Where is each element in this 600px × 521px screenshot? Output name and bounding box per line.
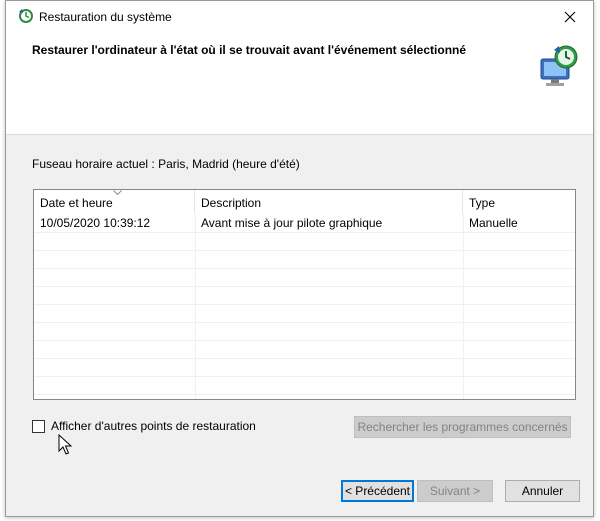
back-button[interactable]: < Précédent xyxy=(341,480,414,502)
page-title: Restaurer l'ordinateur à l'état où il se… xyxy=(32,43,467,57)
close-button[interactable] xyxy=(547,1,593,33)
table-row-empty xyxy=(34,358,575,377)
mouse-pointer-icon xyxy=(58,434,72,455)
window-title: Restauration du système xyxy=(39,10,172,24)
title-bar[interactable]: Restauration du système xyxy=(6,1,593,33)
cell-type: Manuelle xyxy=(469,216,518,230)
table-row-empty xyxy=(34,322,575,341)
system-restore-icon xyxy=(540,45,578,86)
sort-descending-icon xyxy=(113,190,122,195)
system-restore-icon xyxy=(19,9,33,23)
restore-points-table[interactable]: Date et heure Description Type 10/05/202… xyxy=(33,189,576,400)
table-row-empty xyxy=(34,250,575,269)
show-more-checkbox[interactable] xyxy=(32,419,45,433)
column-header-description[interactable]: Description xyxy=(195,190,463,214)
cell-description: Avant mise à jour pilote graphique xyxy=(201,216,383,230)
table-row-empty xyxy=(34,268,575,287)
column-header-type[interactable]: Type xyxy=(463,190,571,214)
header-panel: Restaurer l'ordinateur à l'état où il se… xyxy=(6,33,593,135)
table-row-empty xyxy=(34,304,575,323)
table-row[interactable]: 10/05/2020 10:39:12 Avant mise à jour pi… xyxy=(34,214,575,233)
show-more-label[interactable]: Afficher d'autres points de restauration xyxy=(51,419,256,433)
cancel-button[interactable]: Annuler xyxy=(505,480,580,502)
table-row-empty xyxy=(34,232,575,251)
show-more-restore-points[interactable]: Afficher d'autres points de restauration xyxy=(32,419,256,433)
close-icon xyxy=(564,11,576,23)
table-row-empty xyxy=(34,286,575,305)
next-button[interactable]: Suivant > xyxy=(417,480,493,502)
table-row-empty xyxy=(34,376,575,395)
table-row-empty xyxy=(34,340,575,359)
scan-affected-programs-button[interactable]: Rechercher les programmes concernés xyxy=(354,416,571,438)
table-header: Date et heure Description Type xyxy=(34,190,575,214)
cell-date: 10/05/2020 10:39:12 xyxy=(40,216,151,230)
timezone-label: Fuseau horaire actuel : Paris, Madrid (h… xyxy=(32,157,300,171)
system-restore-dialog: Restauration du système Restaurer l'ordi… xyxy=(5,0,594,517)
